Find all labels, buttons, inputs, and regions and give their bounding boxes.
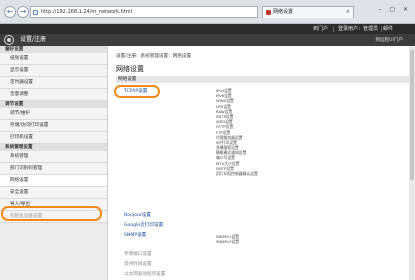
mail-link[interactable]: 邮件	[383, 24, 393, 34]
section-header: 网络设置	[116, 76, 411, 83]
sidebar-group-preferences: 偏好设置	[0, 46, 107, 53]
sidebar-item-storage-access[interactable]: 存储/访问打印设置	[0, 120, 107, 132]
browser-chrome: ← → http://192.168.1.24/m_network.html 网…	[0, 0, 415, 24]
back-button[interactable]: ←	[4, 6, 16, 18]
main-content: 设置/注册：系统管理设置：网络设置 网络设置 网络设置 TCP/IP设置 IPv…	[108, 46, 415, 280]
forward-arrow-icon: →	[19, 7, 27, 16]
tcpip-subitems-list: IPv4设置 IPv6设置 WINS设置 LPD设置 RAW设置 SNTP设置 …	[216, 88, 258, 176]
snmp-subitems-list: SNMPv1设置 SNMPv3设置	[216, 234, 239, 244]
tab-title: 网络设置	[273, 9, 294, 15]
sidebar-item-display[interactable]: 显示设置	[0, 65, 107, 77]
window-controls[interactable]: – ▢ ✕	[378, 6, 411, 13]
sidebar-group-adjustment: 调节设置	[0, 101, 107, 108]
forward-button[interactable]: →	[17, 6, 29, 18]
sidebar-item-printer[interactable]: 打印机设置	[0, 132, 107, 144]
tab-close-icon[interactable]: ×	[346, 7, 350, 18]
scrollbar[interactable]	[409, 46, 415, 280]
scrollbar-thumb[interactable]	[410, 50, 414, 180]
google-cloud-print-link[interactable]: Google云打印设置	[124, 222, 163, 228]
header-title: 设置/注册	[20, 36, 47, 43]
favicon-icon	[266, 10, 271, 15]
browser-tab[interactable]: 网络设置 ×	[262, 6, 354, 18]
highlight-network-settings	[1, 206, 102, 221]
login-user-value: 管理员	[363, 26, 379, 32]
remote-ui-portal-link[interactable]: 到远程UI门户	[375, 37, 403, 43]
sidebar-item-volume[interactable]: 音量调整	[0, 89, 107, 101]
dedicated-port-link[interactable]: 专用端口设置	[124, 251, 152, 257]
waiting-time-link[interactable]: 等待时间设置	[124, 261, 152, 267]
ethernet-driver-link[interactable]: 以太网驱动程序设置	[124, 271, 165, 277]
sidebar-item-paper[interactable]: 纸张设置	[0, 53, 107, 65]
bonjour-settings-link[interactable]: Bonjour设置	[124, 212, 151, 218]
top-bar: 到门户 登录用户： 管理员 邮件	[0, 24, 415, 34]
app-header: 设置/注册 到远程UI门户	[0, 34, 415, 46]
back-arrow-icon: ←	[6, 7, 14, 16]
sidebar-item-system-management[interactable]: 系统管理	[0, 151, 107, 163]
settings-logo-icon	[4, 35, 14, 45]
divider	[381, 26, 382, 32]
sidebar: 偏好设置 纸张设置 显示设置 定时器设置 音量调整 调节设置 调节/维护 存储/…	[0, 46, 108, 280]
sidebar-item-security[interactable]: 安全设置	[0, 187, 107, 199]
address-text: http://192.168.1.24/m_network.html	[41, 9, 133, 15]
login-user-label: 登录用户：	[338, 26, 364, 32]
list-item: 用打印机控制器确认设置	[216, 171, 258, 176]
divider	[333, 26, 334, 32]
sidebar-item-timer[interactable]: 定时器设置	[0, 77, 107, 89]
highlight-tcpip	[114, 85, 160, 98]
page-title: 网络设置	[116, 65, 144, 73]
sidebar-group-system-management: 系统管理设置	[0, 144, 107, 151]
list-item: SNMPv3设置	[216, 239, 240, 245]
address-bar[interactable]: http://192.168.1.24/m_network.html	[30, 6, 258, 18]
breadcrumb: 设置/注册：系统管理设置：网络设置	[116, 54, 192, 59]
portal-link[interactable]: 到门户	[313, 24, 328, 34]
page-icon	[33, 10, 38, 15]
sidebar-item-maintenance[interactable]: 调节/维护	[0, 108, 107, 120]
sidebar-item-department-id[interactable]: 部门识别码管理	[0, 163, 107, 175]
sidebar-item-network[interactable]: 网络设置	[0, 175, 107, 187]
snmp-settings-link[interactable]: SNMP设置	[124, 232, 146, 238]
